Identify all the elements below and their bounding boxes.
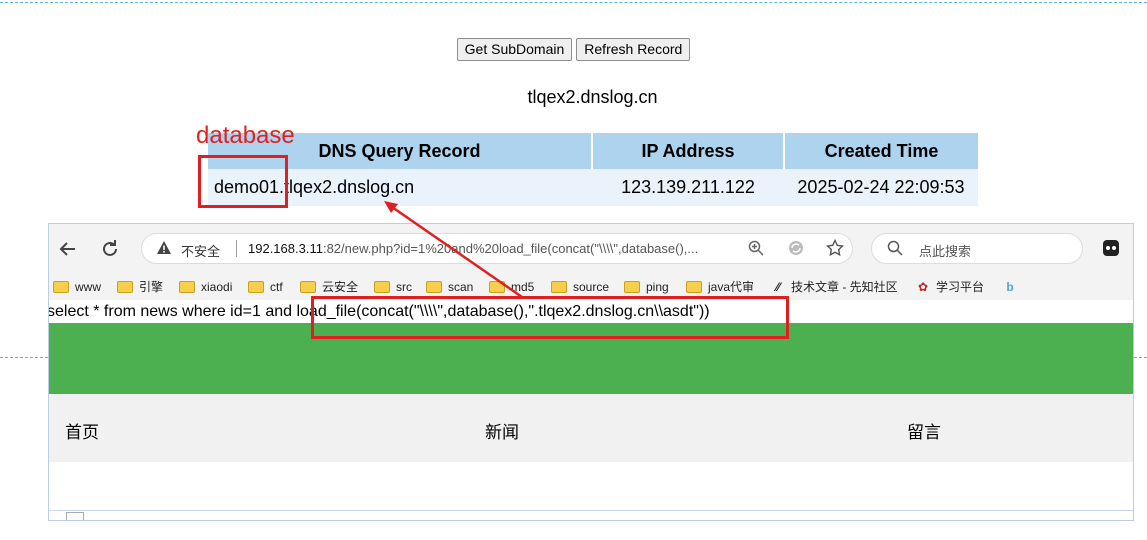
bookmark-ctf[interactable]: ctf [248, 278, 283, 296]
bookmark-www[interactable]: www [53, 278, 101, 296]
broken-image-icon [66, 512, 84, 520]
bookmark-md5[interactable]: md5 [489, 278, 534, 296]
cell-created-time: 2025-02-24 22:09:53 [784, 169, 978, 206]
folder-icon [179, 280, 195, 293]
bookmark-label: java代审 [708, 280, 755, 294]
bookmark-label: scan [448, 280, 474, 294]
url-path: :82/new.php?id=1%20and%20load_file(conca… [322, 241, 699, 256]
nav-news[interactable]: 新闻 [485, 418, 519, 443]
extension-icon[interactable] [1103, 240, 1119, 256]
annotation-box-payload [311, 296, 789, 339]
nav-messages[interactable]: 留言 [907, 418, 941, 443]
bookmark-label: 技术文章 - 先知社区 [791, 280, 898, 294]
table-header-row: DNS Query Record IP Address Created Time [208, 133, 978, 169]
bookmark-cloud-security[interactable]: 云安全 [300, 278, 358, 296]
bookmark-java-audit[interactable]: java代审 [686, 278, 754, 296]
xianzhi-icon: ⁄⁄ [775, 279, 780, 294]
search-placeholder: 点此搜索 [919, 244, 972, 259]
content-divider [49, 510, 1133, 511]
header-ip-address: IP Address [592, 133, 785, 169]
reload-icon[interactable] [99, 238, 121, 260]
back-icon[interactable] [57, 238, 79, 260]
bookmark-bing[interactable]: b [1003, 278, 1023, 296]
security-label: 不安全 [181, 244, 221, 259]
bookmark-xiaodi[interactable]: xiaodi [179, 278, 232, 296]
bookmark-xianzhi[interactable]: ⁄⁄ 技术文章 - 先知社区 [771, 278, 898, 296]
bookmark-label: ctf [270, 280, 283, 294]
bookmark-scan[interactable]: scan [426, 278, 473, 296]
folder-icon [374, 280, 390, 293]
translate-icon[interactable] [786, 239, 806, 259]
address-bar[interactable]: 不安全 192.168.3.11:82/new.php?id=1%20and%2… [141, 233, 853, 264]
dns-records-table: DNS Query Record IP Address Created Time… [208, 133, 978, 206]
zoom-icon[interactable] [746, 239, 766, 259]
bookmark-study-platform[interactable]: ✿ 学习平台 [916, 278, 984, 296]
dashed-separator-top [0, 2, 1147, 3]
bookmark-label: 引擎 [139, 280, 164, 294]
folder-icon [489, 280, 505, 293]
folder-icon [300, 280, 316, 293]
folder-icon [551, 280, 567, 293]
bing-icon: b [1006, 279, 1014, 294]
refresh-record-button[interactable]: Refresh Record [576, 38, 691, 61]
bookmark-source[interactable]: source [551, 278, 609, 296]
browser-window: 不安全 192.168.3.11:82/new.php?id=1%20and%2… [48, 223, 1134, 521]
search-box[interactable]: 点此搜索 [871, 233, 1083, 264]
browser-toolbar: 不安全 192.168.3.11:82/new.php?id=1%20and%2… [49, 224, 1133, 274]
table-row: demo01.tlqex2.dnslog.cn 123.139.211.122 … [208, 169, 978, 206]
bookmark-label: 学习平台 [936, 280, 985, 294]
bookmark-label: www [75, 280, 101, 294]
search-icon [886, 239, 904, 257]
folder-icon [426, 280, 442, 293]
folder-icon [248, 280, 264, 293]
nav-home[interactable]: 首页 [65, 418, 99, 443]
bookmark-label: xiaodi [201, 280, 233, 294]
annotation-label: database [196, 122, 295, 149]
site-nav: 首页 新闻 留言 [49, 394, 1133, 462]
bookmark-src[interactable]: src [374, 278, 412, 296]
bookmark-label: src [396, 280, 412, 294]
bookmark-label: source [573, 280, 610, 294]
bookmark-label: 云安全 [322, 280, 359, 294]
url-text[interactable]: 192.168.3.11:82/new.php?id=1%20and%20loa… [248, 241, 728, 256]
url-host: 192.168.3.11 [248, 241, 323, 256]
header-created-time: Created Time [784, 133, 978, 169]
folder-icon [117, 280, 133, 293]
folder-icon [624, 280, 640, 293]
warning-icon [156, 240, 172, 256]
bookmark-label: md5 [511, 280, 535, 294]
bookmark-label: ping [646, 280, 669, 294]
huawei-icon: ✿ [917, 279, 929, 294]
address-separator [236, 240, 237, 257]
annotation-box-subdomain [198, 155, 288, 208]
bookmark-engine[interactable]: 引擎 [117, 278, 163, 296]
dnslog-button-row: Get SubDomain Refresh Record [0, 38, 1147, 61]
star-icon[interactable] [825, 238, 845, 259]
cell-ip-address: 123.139.211.122 [592, 169, 784, 206]
folder-icon [53, 280, 69, 293]
folder-icon [686, 280, 702, 293]
get-subdomain-button[interactable]: Get SubDomain [456, 38, 573, 61]
dnslog-domain: tlqex2.dnslog.cn [527, 87, 658, 107]
bookmark-ping[interactable]: ping [624, 278, 669, 296]
